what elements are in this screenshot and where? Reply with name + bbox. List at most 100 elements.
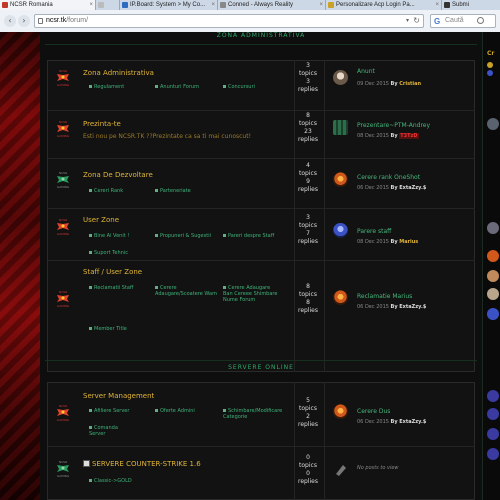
subforum-link[interactable]: Reclamatii Staff (89, 285, 133, 291)
last-post-title-link[interactable]: Parere staff (357, 228, 391, 235)
subforum-link[interactable]: Classic->GOLD (89, 478, 132, 484)
forum-stats: 8 topics 8 replies (295, 283, 321, 315)
last-post-meta: 06 Dec 2015 By ExtaZzy.$ (357, 185, 426, 191)
online-user-avatar[interactable] (487, 288, 499, 300)
search-engine-icon[interactable]: G (434, 16, 440, 28)
subforum-link[interactable]: Anunturi Forum (155, 84, 199, 90)
subforum-link[interactable]: Afiliere Server (89, 408, 129, 414)
subforum-link[interactable]: Member Title (89, 326, 127, 332)
forum-title-link[interactable]: SERVERE COUNTER-STRIKE 1.6 (92, 460, 201, 468)
online-user-avatar[interactable] (487, 408, 499, 420)
subforum-link[interactable]: Pareri despre Staff (223, 233, 278, 239)
online-user-avatar[interactable] (487, 390, 499, 402)
subforum-link[interactable]: Concursuri (223, 84, 255, 90)
subforum-link[interactable]: Cerere Adaugare Ban Cereee Shimbare Nume… (223, 285, 278, 303)
tab-post-review[interactable] (96, 0, 120, 10)
last-poster-name[interactable]: ExtaZzy.$ (399, 419, 426, 425)
last-poster-name[interactable]: ExtaZzy.$ (399, 304, 426, 310)
forum-title-link[interactable]: Server Management (83, 392, 154, 400)
row-divider (47, 158, 475, 159)
forum-page: ZONA ADMINISTRATIVA SERVERE ONLINE NCSR … (0, 32, 500, 500)
subforum-link[interactable]: Bine Ai Venit ! (89, 233, 129, 239)
subforum-link[interactable]: Schimbare/Modificare Categorie (223, 408, 291, 420)
subforum-label: Afiliere Server (94, 408, 130, 414)
favicon-icon (98, 2, 104, 8)
subforum-link[interactable]: Comanda Server (89, 425, 129, 437)
online-user-avatar[interactable] (487, 428, 499, 440)
history-dropdown-icon[interactable]: ▾ (406, 15, 409, 27)
close-tab-icon[interactable]: × (433, 2, 439, 8)
browser-toolbar: ‹ › ncsr.tk/forum/ ▾ ↻ G Caută (0, 10, 500, 33)
forum-title-link[interactable]: Zona De Dezvoltare (83, 171, 153, 179)
replies-label: replies (298, 307, 318, 314)
tab-conned[interactable]: Conned - Always Reality × (218, 0, 326, 10)
address-bar[interactable]: ncsr.tk/forum/ ▾ ↻ (34, 14, 424, 28)
last-poster-name[interactable]: ExtaZzy.$ (399, 185, 426, 191)
subforum-link[interactable]: Propuneri & Sugestii (155, 233, 220, 239)
forward-button[interactable]: › (18, 15, 30, 27)
last-post-title-link[interactable]: Prezentare~PTM-Andrey (357, 122, 430, 129)
topics-count: 4 (306, 162, 310, 169)
forum-stats: 4 topics 9 replies (295, 162, 321, 194)
subforum-link[interactable]: Parteneriate (155, 188, 191, 194)
last-poster-avatar[interactable] (333, 404, 348, 419)
subforum-label: Oferte Admini (160, 408, 195, 414)
online-user-avatar[interactable] (487, 222, 499, 234)
subforum-link[interactable]: Cerere Adaugare/Scoatere Wam (155, 285, 221, 297)
forum-title-link[interactable]: Zona Administrativa (83, 69, 154, 77)
last-post-title-link[interactable]: Reclamatie Marius (357, 293, 412, 300)
last-poster-avatar[interactable] (333, 172, 348, 187)
search-box[interactable]: G Caută (430, 14, 496, 28)
site-info-icon[interactable] (38, 18, 43, 24)
last-post-title-link[interactable]: Anunt (357, 68, 375, 75)
category-title[interactable]: SERVERE ONLINE (45, 364, 477, 374)
subforum-link[interactable]: Regulament (89, 84, 124, 90)
subforum-link[interactable]: Suport Tehnic (89, 250, 128, 256)
subforum-link[interactable]: Oferte Admini (155, 408, 195, 414)
online-user-avatar[interactable] (487, 118, 499, 130)
tab-ncsr-romania[interactable]: NCSR Romania × (0, 0, 96, 10)
online-user-avatar[interactable] (487, 62, 493, 68)
last-poster-name[interactable]: Marius (399, 239, 418, 245)
close-tab-icon[interactable]: × (317, 2, 323, 8)
tab-label: IP.Board: System > My Co... (130, 2, 206, 8)
last-poster-name[interactable]: Cristian (399, 81, 421, 87)
replies-count: 9 (306, 178, 310, 185)
subforum-label: Comanda Server (89, 425, 118, 437)
replies-label: replies (298, 238, 318, 245)
last-poster-avatar[interactable] (333, 70, 348, 85)
category-title[interactable]: ZONA ADMINISTRATIVA (45, 32, 477, 42)
online-user-avatar[interactable] (487, 308, 499, 320)
online-user-avatar[interactable] (487, 448, 499, 460)
last-poster-avatar[interactable] (333, 290, 348, 305)
by-label: By (390, 239, 398, 245)
forum-status-icon: NCSR GAMING (56, 120, 70, 138)
cs-game-icon (83, 460, 90, 467)
online-user-avatar[interactable] (487, 70, 493, 76)
last-poster-avatar[interactable] (333, 120, 348, 135)
forum-title-link[interactable]: Staff / User Zone (83, 268, 142, 276)
reload-icon[interactable]: ↻ (413, 15, 420, 27)
category-divider (45, 360, 477, 361)
tab-ipboard-system[interactable]: IP.Board: System > My Co... × (120, 0, 218, 10)
last-poster-avatar[interactable] (333, 223, 348, 238)
close-tab-icon[interactable]: × (87, 2, 93, 8)
forum-status-icon: NCSR GAMING (56, 171, 70, 189)
back-button[interactable]: ‹ (4, 15, 16, 27)
last-post-title-link[interactable]: Cerere rank OneShot (357, 174, 420, 181)
forum-status-icon: NCSR GAMING (56, 404, 70, 422)
last-poster-name[interactable]: T3TzD (399, 133, 419, 139)
online-user-avatar[interactable] (487, 270, 499, 282)
last-post-date: 06 Dec 2015 (357, 304, 389, 310)
online-user-avatar[interactable] (487, 250, 499, 262)
tab-submi[interactable]: Submi (442, 0, 500, 10)
forum-title-link[interactable]: Prezinta-te (83, 120, 121, 128)
close-tab-icon[interactable]: × (209, 2, 215, 8)
last-post-title-link[interactable]: Cerere Dus (357, 408, 390, 415)
subforum-link[interactable]: Cereri Rank (89, 188, 123, 194)
subforum-label: Cerere Adaugare/Scoatere Wam (155, 285, 217, 297)
forum-title-link[interactable]: User Zone (83, 216, 119, 224)
tab-personalizare[interactable]: Personalizare Acp Login Pa... × (326, 0, 442, 10)
search-icon[interactable] (477, 17, 484, 24)
topics-label: topics (299, 462, 317, 469)
